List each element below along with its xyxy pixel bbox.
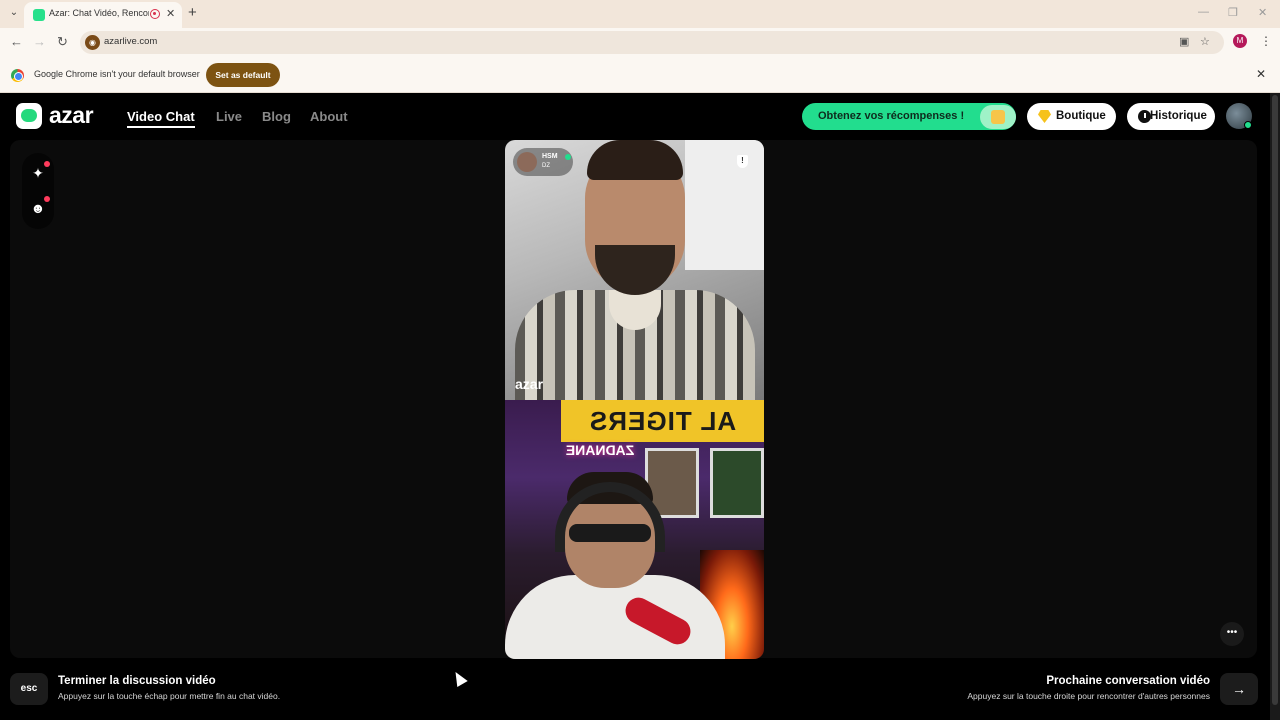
boutique-label: Boutique: [1056, 110, 1106, 122]
tigers-banner: AL TIGERS: [561, 400, 764, 442]
azar-logo-icon[interactable]: [16, 103, 42, 129]
chat-bubble-icon[interactable]: •••: [1220, 622, 1244, 646]
nav-video-chat[interactable]: Video Chat: [127, 109, 195, 124]
sticker-notification-dot: [44, 196, 50, 202]
mouse-cursor-icon: [450, 668, 468, 688]
browser-toolbar: ← → ↻ ◉ azarlive.com ▣ ☆ M ⋮: [0, 28, 1280, 58]
sticker-face-icon[interactable]: ☻: [30, 200, 46, 216]
restore-icon[interactable]: ❐: [1228, 6, 1238, 19]
next-chat-subtitle: Appuyez sur la touche droite pour rencon…: [967, 691, 1210, 701]
nav-active-underline: [127, 126, 195, 128]
online-status-dot: [1244, 121, 1252, 129]
wall-frame-2: [710, 448, 764, 518]
install-app-icon[interactable]: ▣: [1179, 35, 1189, 48]
rewards-label: Obtenez vos récompenses !: [818, 110, 965, 122]
nav-live[interactable]: Live: [216, 109, 242, 124]
effects-notification-dot: [44, 161, 50, 167]
window-close-icon[interactable]: ✕: [1258, 6, 1267, 19]
partner-hair: [587, 140, 683, 180]
back-icon[interactable]: ←: [10, 34, 23, 49]
boutique-button[interactable]: Boutique: [1027, 103, 1116, 130]
side-toolbar: ✦ ☻: [22, 153, 54, 229]
azar-favicon-icon: [33, 9, 45, 21]
effects-sparkle-icon[interactable]: ✦: [30, 165, 46, 181]
infobar-message: Google Chrome isn't your default browser: [34, 69, 200, 79]
partner-background-wall: [685, 140, 764, 270]
site-info-icon[interactable]: ◉: [85, 35, 100, 50]
next-arrow-button[interactable]: →: [1220, 673, 1258, 705]
profile-avatar[interactable]: M: [1233, 34, 1247, 48]
partner-video: HSM DZ ! azar: [505, 140, 764, 400]
infobar-close-icon[interactable]: ✕: [1256, 67, 1266, 81]
tab-search-icon[interactable]: ⌄: [6, 5, 22, 21]
partner-beard: [595, 245, 675, 295]
reload-icon[interactable]: ↻: [57, 34, 68, 50]
self-video: AL TIGERS ZADNANE: [505, 400, 764, 659]
browser-tabstrip: ⌄ Azar: Chat Vidéo, Rencontr ✕ + — ❐ ✕: [0, 0, 1280, 28]
address-bar[interactable]: ◉ azarlive.com ▣ ☆: [80, 31, 1224, 54]
azar-watermark: azar: [515, 376, 544, 392]
azar-page: azar Video Chat Live Blog About Obtenez …: [0, 93, 1280, 720]
tab-close-icon[interactable]: ✕: [166, 7, 175, 20]
default-browser-infobar: Google Chrome isn't your default browser…: [0, 58, 1280, 93]
gift-icon: [980, 105, 1016, 129]
nav-blog[interactable]: Blog: [262, 109, 291, 124]
chrome-logo-icon: [11, 69, 24, 82]
historique-button[interactable]: Historique: [1127, 103, 1215, 130]
chrome-menu-icon[interactable]: ⋮: [1260, 34, 1272, 48]
tab-title: Azar: Chat Vidéo, Rencontr: [49, 8, 149, 18]
recording-indicator-icon: [150, 9, 160, 19]
rewards-button[interactable]: Obtenez vos récompenses !: [802, 103, 1016, 130]
esc-key-button[interactable]: esc: [10, 673, 48, 705]
minimize-icon[interactable]: —: [1198, 6, 1209, 18]
new-tab-icon[interactable]: +: [188, 4, 197, 21]
page-scrollbar[interactable]: [1270, 93, 1280, 720]
url-text: azarlive.com: [104, 36, 158, 47]
caller-avatar: [517, 152, 537, 172]
set-as-default-button[interactable]: Set as default: [206, 63, 280, 87]
neon-sign: ZADNANE: [565, 442, 635, 458]
azar-logo-text[interactable]: azar: [49, 102, 94, 129]
scrollbar-thumb[interactable]: [1272, 95, 1278, 705]
bookmark-star-icon[interactable]: ☆: [1200, 35, 1210, 48]
forward-icon[interactable]: →: [33, 34, 46, 49]
next-chat-title: Prochaine conversation vidéo: [1046, 675, 1210, 687]
historique-label: Historique: [1150, 110, 1207, 122]
end-chat-title: Terminer la discussion vidéo: [58, 675, 216, 687]
sunglasses: [569, 524, 651, 542]
gem-icon: [1038, 110, 1051, 123]
nav-about[interactable]: About: [310, 109, 348, 124]
end-chat-subtitle: Appuyez sur la touche échap pour mettre …: [58, 691, 281, 701]
caller-country: DZ: [542, 163, 550, 169]
caller-info-chip[interactable]: HSM DZ: [513, 148, 573, 176]
report-shield-icon[interactable]: !: [737, 155, 748, 168]
browser-tab[interactable]: Azar: Chat Vidéo, Rencontr ✕: [24, 2, 182, 28]
caller-name: HSM: [542, 153, 558, 160]
banner-text: AL TIGERS: [588, 406, 737, 436]
caller-online-dot: [565, 154, 571, 160]
